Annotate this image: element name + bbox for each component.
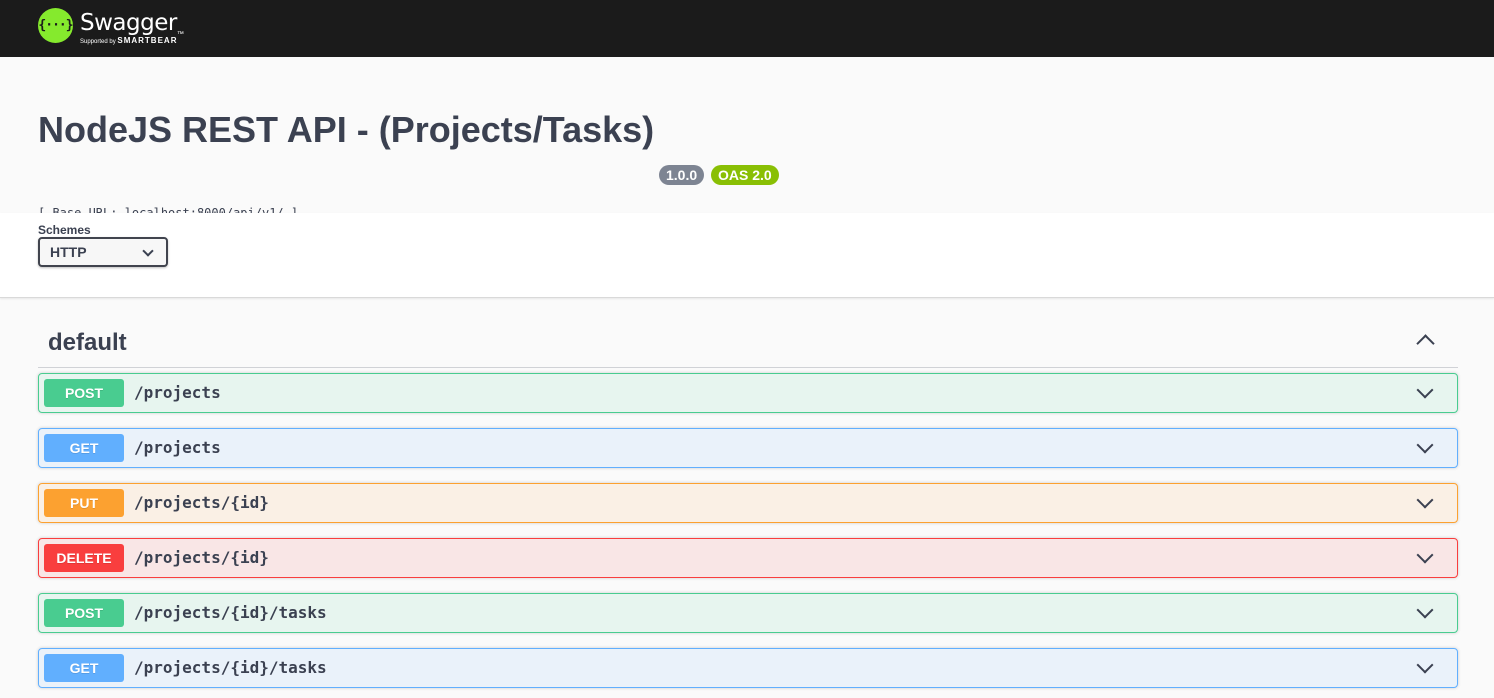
operation-path: /projects [134, 383, 221, 402]
method-badge: POST [44, 379, 124, 407]
chevron-up-icon[interactable] [1416, 334, 1435, 353]
operation-path: /projects/{id}/tasks [134, 603, 327, 622]
tag-section-default: default POST /projects GET /projects PUT… [0, 298, 1494, 688]
schemes-selected-value: HTTP [50, 244, 87, 260]
tag-header[interactable]: default [38, 298, 1458, 368]
operation-delete-project[interactable]: DELETE /projects/{id} [38, 538, 1458, 578]
chevron-down-icon [142, 245, 154, 257]
operation-path: /projects/{id} [134, 548, 269, 567]
operation-path: /projects/{id}/tasks [134, 658, 327, 677]
swagger-logo-text: Swagger™ Supported by SMARTBEAR [80, 8, 190, 45]
operation-path: /projects [134, 438, 221, 457]
version-badge: 1.0.0 [659, 165, 705, 185]
operation-get-project-tasks[interactable]: GET /projects/{id}/tasks [38, 648, 1458, 688]
operation-post-project-tasks[interactable]: POST /projects/{id}/tasks [38, 593, 1458, 633]
chevron-down-icon[interactable] [1416, 381, 1434, 399]
chevron-down-icon[interactable] [1416, 436, 1434, 454]
chevron-down-icon[interactable] [1416, 656, 1434, 674]
swagger-logo-icon: {···} [38, 8, 74, 43]
operation-path: /projects/{id} [134, 493, 269, 512]
logo-name: Swagger [80, 10, 177, 36]
page-title: NodeJS REST API - (Projects/Tasks) [38, 109, 655, 150]
chevron-down-icon[interactable] [1416, 601, 1434, 619]
logo-subtitle: Supported by SMARTBEAR [80, 36, 177, 45]
logo-tm: ™ [176, 31, 184, 38]
schemes-label: Schemes [38, 223, 91, 237]
topbar: {···} Swagger™ Supported by SMARTBEAR [0, 0, 1494, 57]
method-badge: PUT [44, 489, 124, 517]
method-badge: DELETE [44, 544, 124, 572]
swagger-logo[interactable]: {···} Swagger™ Supported by SMARTBEAR [38, 8, 190, 45]
operation-get-projects[interactable]: GET /projects [38, 428, 1458, 468]
api-info: NodeJS REST API - (Projects/Tasks) 1.0.0… [0, 57, 1494, 220]
method-badge: GET [44, 434, 124, 462]
logo-sub-brand: SMARTBEAR [117, 36, 178, 45]
operation-put-project[interactable]: PUT /projects/{id} [38, 483, 1458, 523]
chevron-down-icon[interactable] [1416, 491, 1434, 509]
method-badge: POST [44, 599, 124, 627]
oas-badge: OAS 2.0 [711, 165, 779, 185]
schemes-container: Schemes HTTP [0, 213, 1494, 298]
logo-sub-prefix: Supported by [80, 39, 118, 45]
chevron-down-icon[interactable] [1416, 546, 1434, 564]
method-badge: GET [44, 654, 124, 682]
tag-title: default [48, 329, 127, 356]
schemes-select[interactable]: HTTP [38, 237, 168, 267]
operation-post-projects[interactable]: POST /projects [38, 373, 1458, 413]
